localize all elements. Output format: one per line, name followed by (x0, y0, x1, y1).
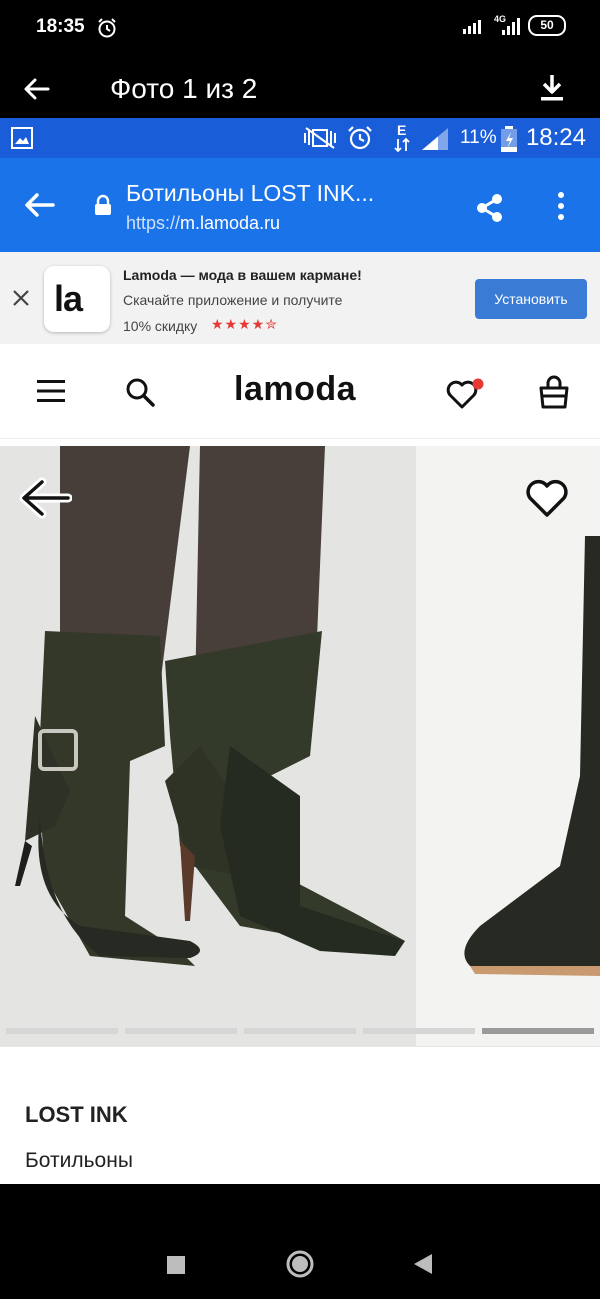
lock-icon (95, 194, 111, 215)
inner-alarm-icon (348, 126, 372, 150)
vibrate-mute-icon (304, 127, 336, 149)
search-icon[interactable] (124, 376, 156, 408)
battery-icon: 50 (528, 15, 566, 36)
inner-battery-percent: 11% (460, 127, 497, 148)
url-scheme: https:// (126, 213, 181, 233)
recents-icon[interactable] (166, 1255, 186, 1275)
share-icon[interactable] (474, 192, 506, 224)
app-logo-text: la (54, 278, 83, 319)
status-right-icons: 4G 50 (462, 14, 566, 36)
battery-level: 50 (540, 18, 554, 32)
site-header: lamoda (0, 344, 600, 439)
product-image-gallery[interactable] (0, 446, 600, 1046)
menu-icon[interactable] (37, 378, 65, 404)
inner-status-bar: E 11% 18:24 (0, 118, 600, 158)
system-status-bar: 18:35 4G 50 (0, 0, 600, 60)
image-icon (11, 127, 33, 149)
pagination-dot-active[interactable] (482, 1028, 594, 1034)
status-time: 18:35 (36, 16, 85, 37)
banner-title: Lamoda — мода в вашем кармане! (123, 267, 362, 283)
divider (0, 1046, 600, 1047)
site-logo[interactable]: lamoda (234, 370, 356, 409)
url-host: m.lamoda.ru (180, 213, 281, 233)
home-icon[interactable] (285, 1249, 315, 1279)
signal-icon (463, 19, 481, 34)
product-photo (0, 446, 600, 1046)
pagination-dot[interactable] (363, 1028, 475, 1034)
photo-counter-title: Фото 1 из 2 (110, 73, 258, 104)
more-options-icon[interactable] (554, 190, 568, 222)
alarm-icon (98, 18, 116, 38)
gallery-pagination (6, 1028, 594, 1034)
wishlist-icon[interactable] (446, 378, 484, 410)
banner-subtitle: Скачайте приложение и получите (123, 292, 343, 308)
inner-status-time: 18:24 (525, 124, 586, 151)
photo-content: E 11% 18:24 Ботильоны LOST INK... https:… (0, 118, 600, 1184)
install-button[interactable]: Установить (475, 279, 587, 319)
gallery-back-arrow-icon[interactable] (18, 476, 72, 520)
page-title[interactable]: Ботильоны LOST INK... (126, 180, 374, 207)
pagination-dot[interactable] (244, 1028, 356, 1034)
cart-bag-icon[interactable] (538, 374, 570, 410)
photo-viewer-header (0, 60, 600, 118)
pagination-dot[interactable] (6, 1028, 118, 1034)
download-icon[interactable] (538, 72, 566, 102)
close-banner-icon[interactable] (12, 289, 30, 307)
browser-toolbar: Ботильоны LOST INK... https://m.lamoda.r… (0, 158, 600, 252)
app-install-banner: la Lamoda — мода в вашем кармане! Скачай… (0, 252, 600, 344)
data-type-label: E (397, 122, 407, 138)
signal-4g-icon: 4G (492, 14, 522, 36)
cell-signal-icon (422, 128, 448, 150)
rating-stars: ★★★★✮ (211, 316, 278, 332)
data-arrows-icon (394, 138, 410, 152)
back-icon[interactable] (412, 1252, 434, 1276)
page-url[interactable]: https://m.lamoda.ru (126, 213, 280, 234)
battery-charging-icon (501, 126, 517, 152)
system-navigation-bar (0, 1184, 600, 1299)
browser-back-icon[interactable] (22, 190, 56, 220)
back-arrow-icon[interactable] (22, 74, 52, 104)
app-logo: la (44, 266, 110, 332)
add-to-favorites-icon[interactable] (524, 476, 570, 520)
banner-discount: 10% скидку (123, 318, 198, 334)
product-name: Ботильоны (25, 1149, 133, 1172)
pagination-dot[interactable] (125, 1028, 237, 1034)
product-brand[interactable]: LOST INK (25, 1102, 128, 1128)
